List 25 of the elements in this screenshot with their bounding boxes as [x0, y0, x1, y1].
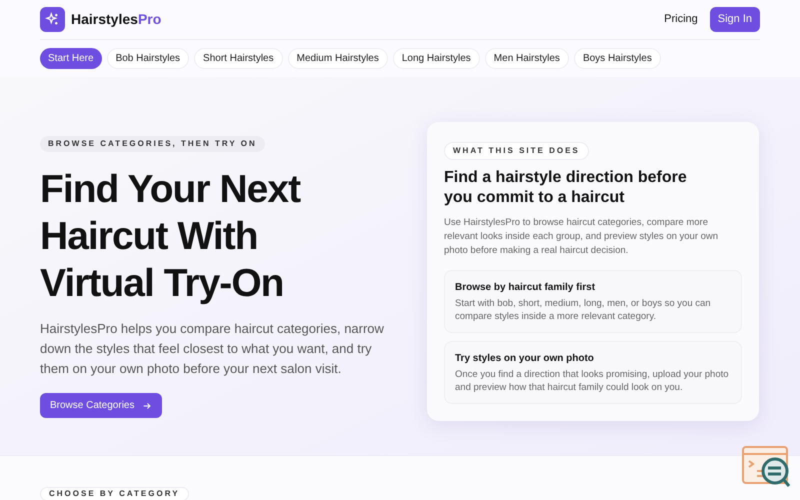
category-tab[interactable]: Men Hairstyles	[484, 48, 569, 69]
hero-title: Find Your Next Haircut With Virtual Try-On	[40, 167, 302, 307]
step-title: Try styles on your own photo	[455, 352, 595, 366]
help-widget-icon[interactable]	[741, 445, 791, 489]
category-tab[interactable]: Medium Hairstyles	[288, 48, 388, 69]
step-description: Once you find a direction that looks promising, upload your photo and preview how that haircut family could look on you.	[455, 368, 730, 394]
category-tab[interactable]: Bob Hairstyles	[106, 48, 190, 69]
category-tab[interactable]: Short Hairstyles	[194, 48, 283, 69]
brand-name[interactable]: HairstylesPro	[71, 9, 162, 30]
sign-in-button[interactable]: Sign In	[710, 7, 760, 32]
hero-description: HairstylesPro helps you compare haircut categories, narrow down the styles that feel closest to what you want, and try them on your own photo before your next salon visit.	[40, 320, 385, 378]
arrow-right-icon	[142, 400, 152, 410]
card-description: Use HairstylesPro to browse haircut categories, compare more relevant looks inside each group, and preview styles on your own photo before making a real haircut decision.	[444, 216, 720, 258]
card-title: Find a hairstyle direction before you commit to a haircut	[444, 168, 688, 208]
pricing-link[interactable]: Pricing	[664, 11, 698, 28]
browse-categories-button[interactable]: Browse Categories	[40, 393, 162, 418]
step-title: Browse by haircut family first	[455, 281, 596, 295]
logo-icon	[40, 7, 65, 32]
eyebrow-label: CHOOSE BY CATEGORY	[40, 487, 189, 500]
category-tab[interactable]: Boys Hairstyles	[574, 48, 661, 69]
step-description: Start with bob, short, medium, long, men, or boys so you can compare styles inside a more relevant category.	[455, 297, 712, 323]
eyebrow-label: WHAT THIS SITE DOES	[444, 142, 589, 160]
eyebrow-label: BROWSE CATEGORIES, THEN TRY ON	[40, 136, 265, 152]
category-tab[interactable]: Long Hairstyles	[392, 48, 480, 69]
category-tab[interactable]: Start Here	[40, 48, 102, 69]
